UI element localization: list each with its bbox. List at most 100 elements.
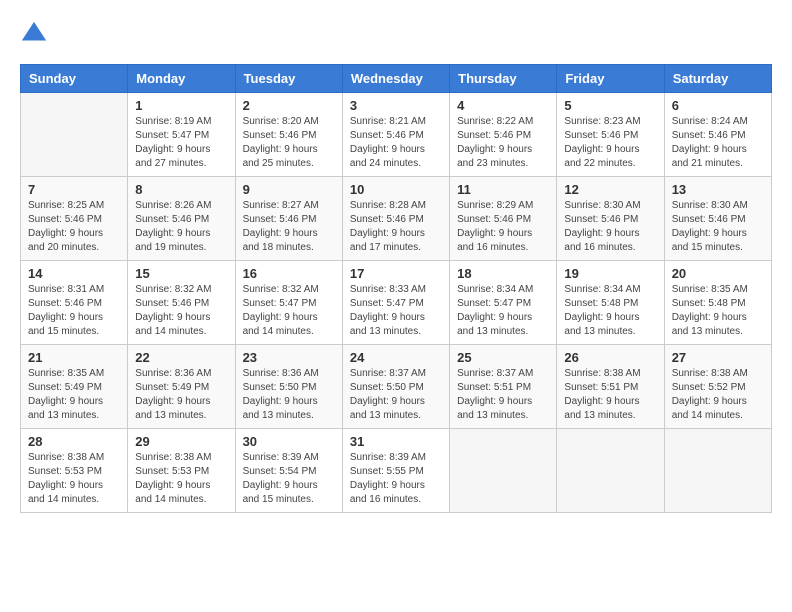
calendar-cell: 18 Sunrise: 8:34 AMSunset: 5:47 PMDaylig… bbox=[450, 261, 557, 345]
calendar-table: SundayMondayTuesdayWednesdayThursdayFrid… bbox=[20, 64, 772, 513]
calendar-cell: 10 Sunrise: 8:28 AMSunset: 5:46 PMDaylig… bbox=[342, 177, 449, 261]
calendar-cell: 6 Sunrise: 8:24 AMSunset: 5:46 PMDayligh… bbox=[664, 93, 771, 177]
day-of-week-header: Wednesday bbox=[342, 65, 449, 93]
day-number: 18 bbox=[457, 266, 549, 281]
day-number: 6 bbox=[672, 98, 764, 113]
day-number: 16 bbox=[243, 266, 335, 281]
day-info: Sunrise: 8:37 AMSunset: 5:51 PMDaylight:… bbox=[457, 367, 549, 423]
day-info: Sunrise: 8:34 AMSunset: 5:47 PMDaylight:… bbox=[457, 283, 549, 339]
calendar-cell: 11 Sunrise: 8:29 AMSunset: 5:46 PMDaylig… bbox=[450, 177, 557, 261]
day-info: Sunrise: 8:32 AMSunset: 5:47 PMDaylight:… bbox=[243, 283, 335, 339]
calendar-cell: 13 Sunrise: 8:30 AMSunset: 5:46 PMDaylig… bbox=[664, 177, 771, 261]
calendar-cell: 20 Sunrise: 8:35 AMSunset: 5:48 PMDaylig… bbox=[664, 261, 771, 345]
day-info: Sunrise: 8:29 AMSunset: 5:46 PMDaylight:… bbox=[457, 199, 549, 255]
day-info: Sunrise: 8:25 AMSunset: 5:46 PMDaylight:… bbox=[28, 199, 120, 255]
day-number: 4 bbox=[457, 98, 549, 113]
calendar-cell: 5 Sunrise: 8:23 AMSunset: 5:46 PMDayligh… bbox=[557, 93, 664, 177]
day-info: Sunrise: 8:30 AMSunset: 5:46 PMDaylight:… bbox=[672, 199, 764, 255]
day-info: Sunrise: 8:20 AMSunset: 5:46 PMDaylight:… bbox=[243, 115, 335, 171]
day-number: 31 bbox=[350, 434, 442, 449]
day-info: Sunrise: 8:35 AMSunset: 5:49 PMDaylight:… bbox=[28, 367, 120, 423]
day-info: Sunrise: 8:28 AMSunset: 5:46 PMDaylight:… bbox=[350, 199, 442, 255]
day-number: 30 bbox=[243, 434, 335, 449]
calendar-cell: 8 Sunrise: 8:26 AMSunset: 5:46 PMDayligh… bbox=[128, 177, 235, 261]
day-number: 9 bbox=[243, 182, 335, 197]
calendar-week-row: 28 Sunrise: 8:38 AMSunset: 5:53 PMDaylig… bbox=[21, 429, 772, 513]
day-of-week-header: Tuesday bbox=[235, 65, 342, 93]
day-number: 26 bbox=[564, 350, 656, 365]
calendar-cell: 25 Sunrise: 8:37 AMSunset: 5:51 PMDaylig… bbox=[450, 345, 557, 429]
calendar-cell: 21 Sunrise: 8:35 AMSunset: 5:49 PMDaylig… bbox=[21, 345, 128, 429]
day-number: 10 bbox=[350, 182, 442, 197]
calendar-cell: 4 Sunrise: 8:22 AMSunset: 5:46 PMDayligh… bbox=[450, 93, 557, 177]
logo bbox=[20, 20, 52, 48]
day-info: Sunrise: 8:31 AMSunset: 5:46 PMDaylight:… bbox=[28, 283, 120, 339]
day-info: Sunrise: 8:38 AMSunset: 5:53 PMDaylight:… bbox=[28, 451, 120, 507]
day-number: 25 bbox=[457, 350, 549, 365]
calendar-header-row: SundayMondayTuesdayWednesdayThursdayFrid… bbox=[21, 65, 772, 93]
day-of-week-header: Thursday bbox=[450, 65, 557, 93]
calendar-cell: 27 Sunrise: 8:38 AMSunset: 5:52 PMDaylig… bbox=[664, 345, 771, 429]
day-info: Sunrise: 8:24 AMSunset: 5:46 PMDaylight:… bbox=[672, 115, 764, 171]
calendar-week-row: 1 Sunrise: 8:19 AMSunset: 5:47 PMDayligh… bbox=[21, 93, 772, 177]
day-number: 19 bbox=[564, 266, 656, 281]
day-number: 12 bbox=[564, 182, 656, 197]
day-info: Sunrise: 8:21 AMSunset: 5:46 PMDaylight:… bbox=[350, 115, 442, 171]
calendar-week-row: 7 Sunrise: 8:25 AMSunset: 5:46 PMDayligh… bbox=[21, 177, 772, 261]
calendar-week-row: 21 Sunrise: 8:35 AMSunset: 5:49 PMDaylig… bbox=[21, 345, 772, 429]
day-info: Sunrise: 8:32 AMSunset: 5:46 PMDaylight:… bbox=[135, 283, 227, 339]
day-info: Sunrise: 8:27 AMSunset: 5:46 PMDaylight:… bbox=[243, 199, 335, 255]
day-number: 21 bbox=[28, 350, 120, 365]
day-of-week-header: Monday bbox=[128, 65, 235, 93]
calendar-cell: 7 Sunrise: 8:25 AMSunset: 5:46 PMDayligh… bbox=[21, 177, 128, 261]
day-info: Sunrise: 8:23 AMSunset: 5:46 PMDaylight:… bbox=[564, 115, 656, 171]
calendar-cell bbox=[557, 429, 664, 513]
day-info: Sunrise: 8:37 AMSunset: 5:50 PMDaylight:… bbox=[350, 367, 442, 423]
day-number: 24 bbox=[350, 350, 442, 365]
day-number: 17 bbox=[350, 266, 442, 281]
calendar-cell: 3 Sunrise: 8:21 AMSunset: 5:46 PMDayligh… bbox=[342, 93, 449, 177]
calendar-cell: 22 Sunrise: 8:36 AMSunset: 5:49 PMDaylig… bbox=[128, 345, 235, 429]
day-info: Sunrise: 8:39 AMSunset: 5:55 PMDaylight:… bbox=[350, 451, 442, 507]
calendar-cell: 16 Sunrise: 8:32 AMSunset: 5:47 PMDaylig… bbox=[235, 261, 342, 345]
day-info: Sunrise: 8:35 AMSunset: 5:48 PMDaylight:… bbox=[672, 283, 764, 339]
day-number: 28 bbox=[28, 434, 120, 449]
day-info: Sunrise: 8:34 AMSunset: 5:48 PMDaylight:… bbox=[564, 283, 656, 339]
day-number: 15 bbox=[135, 266, 227, 281]
calendar-cell: 24 Sunrise: 8:37 AMSunset: 5:50 PMDaylig… bbox=[342, 345, 449, 429]
day-number: 23 bbox=[243, 350, 335, 365]
day-info: Sunrise: 8:19 AMSunset: 5:47 PMDaylight:… bbox=[135, 115, 227, 171]
calendar-cell: 28 Sunrise: 8:38 AMSunset: 5:53 PMDaylig… bbox=[21, 429, 128, 513]
calendar-cell: 15 Sunrise: 8:32 AMSunset: 5:46 PMDaylig… bbox=[128, 261, 235, 345]
logo-icon bbox=[20, 20, 48, 48]
calendar-cell: 19 Sunrise: 8:34 AMSunset: 5:48 PMDaylig… bbox=[557, 261, 664, 345]
calendar-cell: 9 Sunrise: 8:27 AMSunset: 5:46 PMDayligh… bbox=[235, 177, 342, 261]
day-number: 8 bbox=[135, 182, 227, 197]
day-info: Sunrise: 8:38 AMSunset: 5:52 PMDaylight:… bbox=[672, 367, 764, 423]
day-number: 1 bbox=[135, 98, 227, 113]
calendar-cell: 23 Sunrise: 8:36 AMSunset: 5:50 PMDaylig… bbox=[235, 345, 342, 429]
day-info: Sunrise: 8:30 AMSunset: 5:46 PMDaylight:… bbox=[564, 199, 656, 255]
day-info: Sunrise: 8:26 AMSunset: 5:46 PMDaylight:… bbox=[135, 199, 227, 255]
day-of-week-header: Saturday bbox=[664, 65, 771, 93]
day-number: 20 bbox=[672, 266, 764, 281]
calendar-cell: 14 Sunrise: 8:31 AMSunset: 5:46 PMDaylig… bbox=[21, 261, 128, 345]
day-number: 7 bbox=[28, 182, 120, 197]
calendar-cell: 17 Sunrise: 8:33 AMSunset: 5:47 PMDaylig… bbox=[342, 261, 449, 345]
day-number: 29 bbox=[135, 434, 227, 449]
day-number: 3 bbox=[350, 98, 442, 113]
day-of-week-header: Friday bbox=[557, 65, 664, 93]
calendar-cell: 30 Sunrise: 8:39 AMSunset: 5:54 PMDaylig… bbox=[235, 429, 342, 513]
calendar-cell bbox=[664, 429, 771, 513]
calendar-cell bbox=[450, 429, 557, 513]
page-header bbox=[20, 20, 772, 48]
calendar-cell: 12 Sunrise: 8:30 AMSunset: 5:46 PMDaylig… bbox=[557, 177, 664, 261]
calendar-cell: 2 Sunrise: 8:20 AMSunset: 5:46 PMDayligh… bbox=[235, 93, 342, 177]
day-number: 2 bbox=[243, 98, 335, 113]
calendar-cell: 29 Sunrise: 8:38 AMSunset: 5:53 PMDaylig… bbox=[128, 429, 235, 513]
day-info: Sunrise: 8:33 AMSunset: 5:47 PMDaylight:… bbox=[350, 283, 442, 339]
day-info: Sunrise: 8:36 AMSunset: 5:49 PMDaylight:… bbox=[135, 367, 227, 423]
day-number: 5 bbox=[564, 98, 656, 113]
calendar-cell: 31 Sunrise: 8:39 AMSunset: 5:55 PMDaylig… bbox=[342, 429, 449, 513]
day-number: 14 bbox=[28, 266, 120, 281]
